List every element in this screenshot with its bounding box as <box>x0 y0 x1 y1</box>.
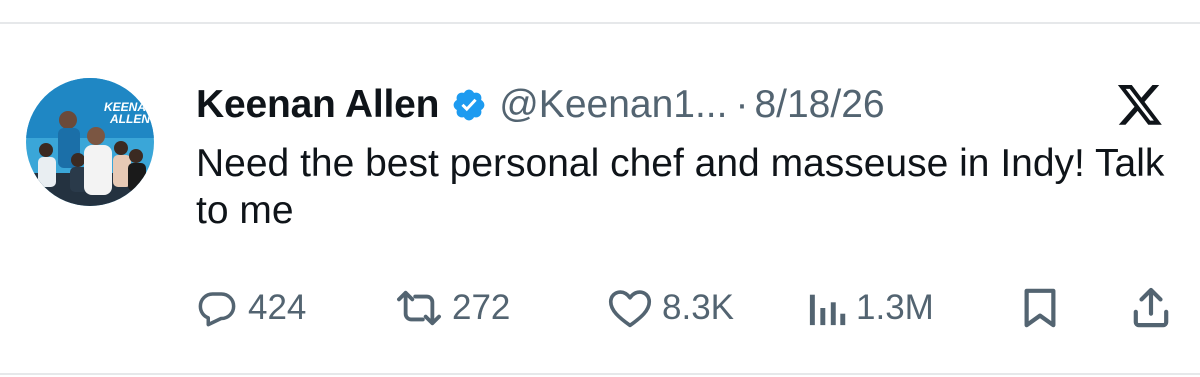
repost-count: 272 <box>452 288 511 327</box>
like-count: 8.3K <box>662 288 734 327</box>
bottom-divider <box>0 373 1200 375</box>
top-divider <box>0 22 1200 24</box>
share-button[interactable] <box>1132 285 1170 331</box>
separator-dot: · <box>735 83 749 126</box>
reply-button[interactable]: 424 <box>196 285 306 331</box>
heart-icon <box>608 290 652 328</box>
avatar[interactable]: KEENAN ALLEN <box>26 78 154 206</box>
views-count: 1.3M <box>856 288 934 327</box>
views-icon <box>809 294 846 326</box>
x-logo-icon <box>1117 85 1162 125</box>
tweet-header: Keenan Allen @Keenan1... · 8/18/26 <box>196 80 885 130</box>
avatar-text-2: ALLEN <box>109 112 150 126</box>
author-name[interactable]: Keenan Allen <box>196 83 439 127</box>
repost-icon <box>397 290 441 326</box>
repost-button[interactable]: 272 <box>396 285 510 331</box>
verified-badge-icon <box>453 89 485 121</box>
reply-icon <box>198 292 236 327</box>
share-icon <box>1133 287 1169 328</box>
tweet-text: Need the best personal chef and masseuse… <box>196 142 1165 232</box>
bookmark-icon <box>1024 288 1056 328</box>
avatar-image: KEENAN ALLEN <box>26 78 154 206</box>
tweet-actions: 424 272 8.3K 1.3M <box>196 285 1176 331</box>
views-button[interactable]: 1.3M <box>808 285 934 331</box>
like-button[interactable]: 8.3K <box>608 285 734 331</box>
author-handle[interactable]: @Keenan1... <box>499 83 727 127</box>
bookmark-button[interactable] <box>1022 285 1058 331</box>
tweet-date[interactable]: 8/18/26 <box>754 83 884 127</box>
reply-count: 424 <box>248 288 307 327</box>
